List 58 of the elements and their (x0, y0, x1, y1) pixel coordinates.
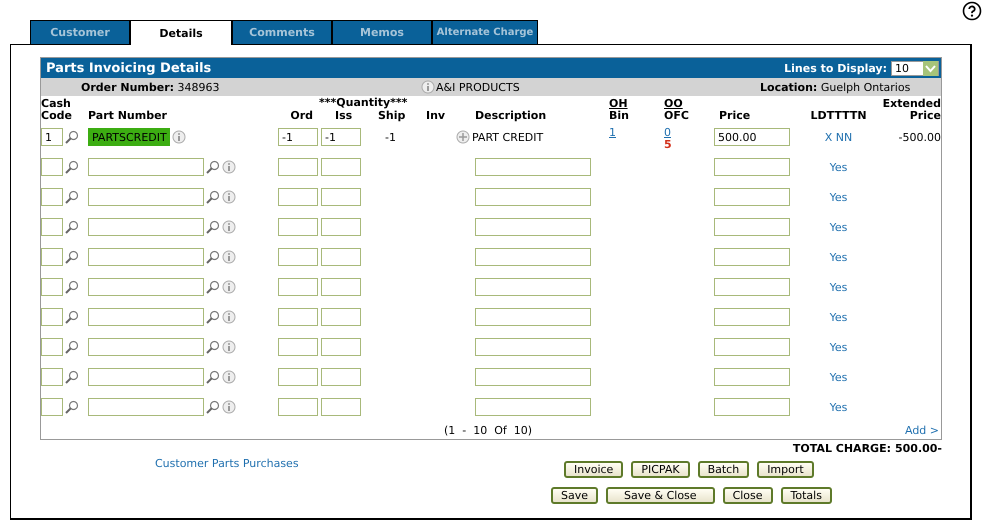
total-amount: 500.00- (894, 442, 942, 455)
price-field[interactable]: 500.00 (714, 128, 790, 146)
tab[interactable]: Details (130, 20, 232, 45)
action-button[interactable]: Import (757, 461, 814, 478)
ldtttn-link[interactable]: Yes (830, 340, 848, 354)
on-order-link[interactable]: 0 (664, 126, 671, 139)
action-button[interactable]: PICPAK (631, 461, 690, 478)
column-header: Iss (334, 110, 354, 122)
tab[interactable]: Customer (30, 20, 130, 45)
column-header: OO OFC (663, 98, 690, 122)
pager-text: (1 - 10 Of 10) (444, 424, 532, 437)
action-button[interactable]: Close (722, 487, 773, 504)
add-link[interactable]: Add > (904, 424, 939, 437)
column-header: OH Bin (608, 98, 630, 122)
ldtttn-link[interactable]: Yes (830, 400, 848, 414)
tab[interactable]: Comments (232, 20, 332, 45)
ldtttn-code: X NN (824, 130, 852, 144)
column-header: LDTTTTN (809, 110, 868, 122)
ship-quantity: -1 (385, 130, 396, 144)
location: Location: Guelph Ontarios (759, 80, 912, 94)
ldtttn-link[interactable]: Yes (830, 190, 848, 204)
tab[interactable]: Alternate Charge (432, 20, 538, 45)
column-header: Cash Code (41, 98, 73, 122)
lines-select[interactable]: 10 (891, 60, 939, 76)
column-header: ***Quantity*** (319, 97, 408, 109)
action-button[interactable]: Save (551, 487, 598, 504)
column-header: Ship (377, 110, 406, 122)
part-number-field[interactable]: PARTSCREDIT (88, 128, 170, 146)
purchases-link[interactable]: Customer Parts Purchases (155, 457, 299, 470)
column-header: Extended Price (882, 98, 941, 122)
ord-field[interactable]: -1 (278, 128, 318, 146)
cash-code-field[interactable]: 1 (41, 128, 63, 146)
on-hand-link[interactable]: 1 (609, 126, 616, 139)
tab[interactable]: Memos (332, 20, 432, 45)
column-header: Price (718, 110, 752, 122)
ldtttn-link[interactable]: Yes (830, 250, 848, 264)
total-label: TOTAL CHARGE: (792, 442, 891, 455)
action-button[interactable]: Save & Close (606, 487, 715, 504)
column-header: Ord (289, 110, 314, 122)
vendor-name: A&I PRODUCTS (436, 80, 520, 94)
description-text: PART CREDIT (472, 130, 544, 144)
ldtttn-link[interactable]: Yes (830, 160, 848, 174)
column-header: Description (474, 110, 548, 122)
action-button[interactable]: Totals (780, 487, 832, 504)
ldtttn-link[interactable]: Yes (830, 370, 848, 384)
ldtttn-link[interactable]: Yes (830, 220, 848, 234)
action-button[interactable]: Batch (698, 461, 750, 478)
extended-price: -500.00 (898, 130, 941, 144)
ofc-count: 5 (664, 139, 672, 150)
iss-field[interactable]: -1 (321, 128, 361, 146)
column-header: Inv (425, 110, 446, 122)
lines-label: Lines to Display: (784, 62, 887, 74)
column-header: Part Number (88, 110, 168, 122)
action-button[interactable]: Invoice (564, 461, 624, 478)
order-number: Order Number: 348963 (80, 80, 221, 94)
ldtttn-link[interactable]: Yes (830, 310, 848, 324)
ldtttn-link[interactable]: Yes (830, 280, 848, 294)
panel-title: Parts Invoicing Details (46, 60, 212, 76)
